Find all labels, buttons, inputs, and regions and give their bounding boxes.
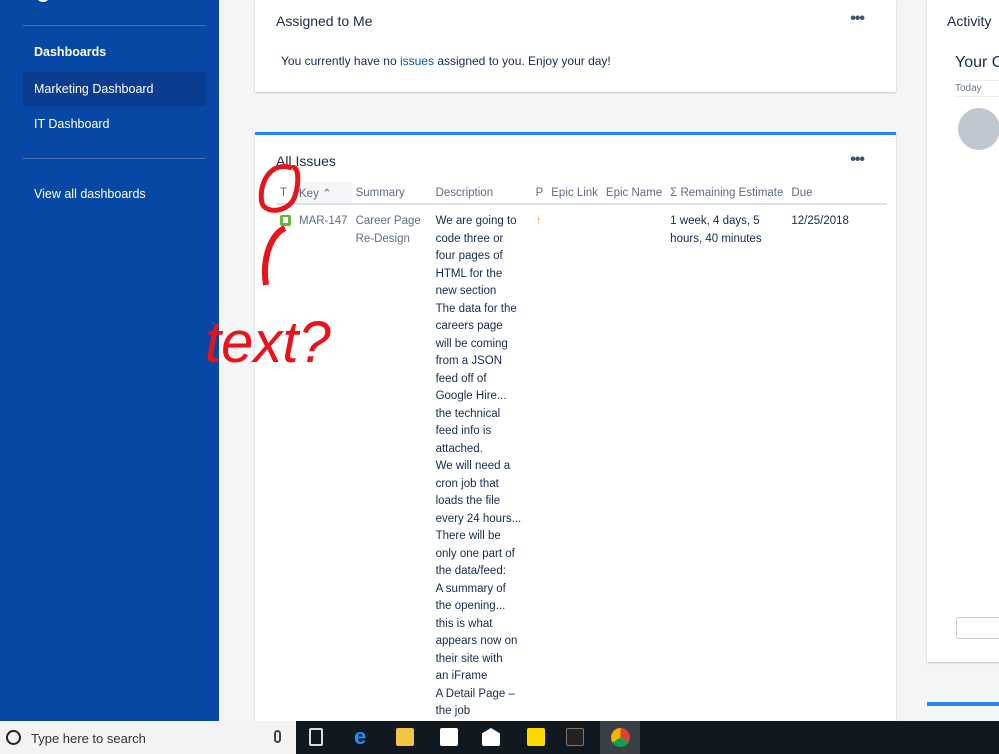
type-cell — [276, 204, 295, 721]
col-summary[interactable]: Summary — [351, 182, 432, 205]
description-line: A summary of — [435, 582, 506, 595]
sidebar: Dashboards Marketing Dashboard IT Dashbo… — [0, 0, 219, 721]
description-line: this is what — [435, 617, 493, 630]
description-line: the opening... — [435, 600, 506, 612]
mail-icon[interactable] — [482, 728, 500, 746]
description-line: attached. — [435, 442, 483, 455]
col-priority[interactable]: P — [531, 182, 548, 205]
taskbar: Type here to search e — [0, 721, 999, 754]
empty-message: You currently have no issues assigned to… — [281, 54, 611, 68]
divider — [23, 158, 206, 159]
story-icon — [280, 215, 291, 226]
description-line: every 24 hours... — [435, 512, 522, 525]
task-view-icon[interactable] — [309, 728, 323, 746]
table-row[interactable]: MAR-147 Career Page Re-Design We are goi… — [276, 204, 887, 721]
gadget-top-border — [927, 702, 999, 706]
gadget-title: Assigned to Me — [276, 13, 373, 29]
sidebar-item-marketing-dashboard[interactable]: Marketing Dashboard — [23, 72, 206, 106]
more-icon[interactable]: ••• — [850, 151, 865, 169]
description-line: from a JSON — [435, 355, 503, 367]
today-label: Today — [955, 80, 999, 97]
description-line: an iFrame — [435, 670, 488, 682]
store-icon[interactable] — [440, 728, 458, 746]
taskbar-search[interactable]: Type here to search — [0, 721, 296, 754]
description-line: The data for the — [435, 302, 517, 315]
description-cell: We are going to code three or four pages o… — [432, 204, 532, 721]
message-text: You currently have no — [281, 54, 400, 68]
col-description[interactable]: Description — [431, 182, 532, 205]
epic-name-cell — [602, 204, 666, 721]
terminal-icon[interactable] — [566, 728, 584, 746]
description-line: only one part of — [435, 547, 515, 560]
description-line: the technical — [435, 407, 501, 420]
microphone-icon[interactable] — [274, 730, 281, 743]
summary-link[interactable]: Career Page Re-Design — [352, 204, 432, 721]
description-line: A Detail Page – — [435, 687, 515, 700]
assigned-to-me-gadget: Assigned to Me ••• You currently have no… — [255, 0, 896, 92]
col-type[interactable]: T — [276, 182, 295, 205]
description-line: their site with — [435, 652, 503, 665]
description-line: We are going to — [435, 215, 517, 227]
more-icon[interactable]: ••• — [850, 10, 865, 28]
sort-asc-icon: ⌃ — [322, 187, 332, 200]
description-line: four pages of — [435, 250, 503, 262]
avatar-icon — [958, 108, 999, 150]
col-key[interactable]: Key ⌃ — [295, 182, 352, 205]
chrome-taskbar-button[interactable] — [600, 721, 640, 754]
issues-table: T Key ⌃ Summary Description P Epic Link … — [276, 182, 888, 721]
activity-gadget: Activity Your C Today — [927, 0, 999, 662]
issues-link[interactable]: issues — [400, 54, 434, 68]
col-label: Key — [299, 187, 319, 200]
main: Assigned to Me ••• You currently have no… — [219, 0, 999, 732]
description-line: HTML for the — [435, 267, 503, 280]
sticky-notes-icon[interactable] — [527, 728, 545, 746]
description-line: careers page — [435, 320, 503, 332]
description-line: There will be — [435, 530, 501, 542]
col-due[interactable]: Due — [787, 182, 888, 205]
gadget-title: All Issues — [276, 153, 336, 169]
epic-link-cell — [547, 204, 602, 721]
table-header: T Key ⌃ Summary Description P Epic Link … — [276, 182, 888, 205]
description-line: the data/feed: — [435, 565, 506, 577]
col-epic-name[interactable]: Epic Name — [601, 182, 667, 205]
chrome-icon — [611, 728, 630, 747]
divider — [23, 25, 206, 26]
edge-icon[interactable]: e — [354, 724, 372, 749]
search-placeholder: Type here to search — [31, 731, 146, 746]
remaining-estimate-cell: 1 week, 4 days, 5 hours, 40 minutes — [670, 215, 762, 245]
gadget-title: Activity — [947, 13, 992, 29]
description-line: cron job that — [435, 477, 499, 490]
col-epic-link[interactable]: Epic Link — [547, 182, 602, 205]
description-line: We will need a — [435, 460, 511, 472]
logo — [36, 0, 50, 2]
file-explorer-icon[interactable] — [396, 728, 414, 746]
description-line: feed off of — [435, 372, 487, 385]
description-line: the job — [435, 705, 471, 717]
description-line: code three or — [435, 232, 504, 245]
description-line: feed info is — [435, 425, 492, 437]
priority-icon: ↑ — [535, 215, 542, 227]
sidebar-item-it-dashboard[interactable]: IT Dashboard — [23, 107, 206, 141]
col-remaining-estimate[interactable]: Σ Remaining Estimate — [666, 182, 788, 205]
description-line: will be coming — [435, 337, 508, 350]
message-text: assigned to you. Enjoy your day! — [433, 54, 611, 68]
issue-key-link[interactable]: MAR-147 — [295, 204, 352, 721]
description-line: appears now on — [435, 635, 518, 647]
view-all-dashboards-link[interactable]: View all dashboards — [23, 177, 206, 211]
description-line: new section — [435, 285, 497, 297]
cortana-icon — [6, 730, 21, 745]
description-line: loads the file — [435, 495, 501, 507]
due-cell: 12/25/2018 — [791, 215, 849, 227]
show-more-button[interactable] — [956, 617, 999, 639]
description-line: Google Hire... — [435, 390, 507, 402]
sidebar-section-dashboards: Dashboards — [34, 45, 107, 59]
activity-stream-title: Your C — [955, 54, 999, 71]
